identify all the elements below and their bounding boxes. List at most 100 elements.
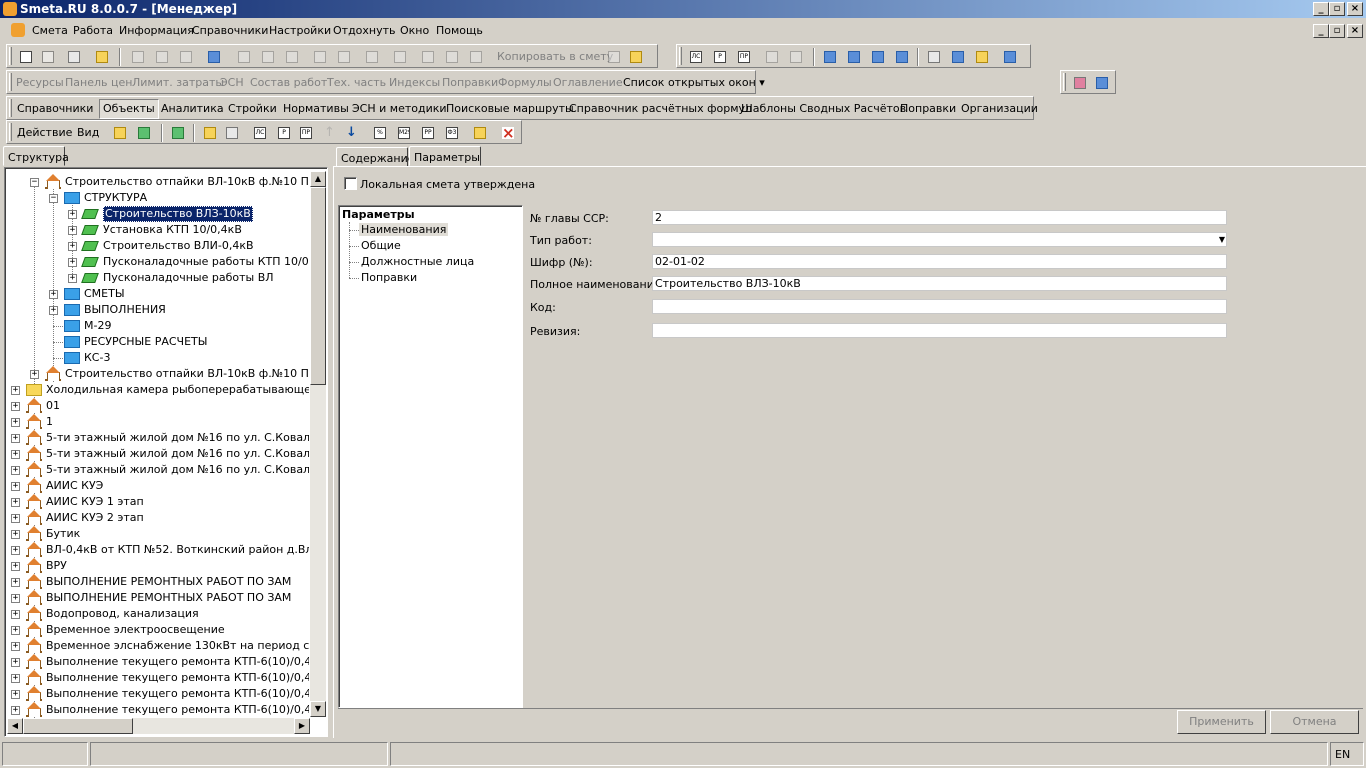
expand-icon[interactable]: +	[11, 434, 20, 443]
tree-row[interactable]: + ВЫПОЛНЕНИЕ РЕМОНТНЫХ РАБОТ ПО ЗАМ	[7, 590, 309, 606]
expand-icon[interactable]: +	[11, 642, 20, 651]
tree-row[interactable]: + ВЫПОЛНЕНИЯ	[7, 302, 309, 318]
tab-content[interactable]: Содержание	[336, 147, 415, 167]
struct2-icon[interactable]	[259, 48, 277, 66]
tab-params[interactable]: Параметры	[409, 146, 481, 166]
refs-corrections[interactable]: Поправки	[442, 76, 498, 89]
section-officials[interactable]: Должностные лица	[361, 255, 474, 268]
nav-search-routes[interactable]: Поисковые маршруты	[446, 102, 574, 115]
work-type-select[interactable]: ▼	[652, 232, 1227, 247]
expand-icon[interactable]: +	[68, 226, 77, 235]
expand-icon[interactable]: +	[11, 562, 20, 571]
ls-icon[interactable]: ЛС	[687, 48, 705, 66]
revision-field[interactable]	[652, 323, 1227, 338]
section-corrections[interactable]: Поправки	[361, 271, 417, 284]
tree-row[interactable]: + Пусконаладочные работы КТП 10/0,	[7, 254, 309, 270]
books-blue-icon[interactable]	[1093, 74, 1111, 92]
indent-icon[interactable]	[821, 48, 839, 66]
expand-icon[interactable]: +	[11, 386, 20, 395]
refs-price-panel[interactable]: Панель цен	[65, 76, 132, 89]
helmet-icon[interactable]	[973, 48, 991, 66]
tree-row[interactable]: +5-ти этажный жилой дом №16 по ул. С.Ков…	[7, 430, 309, 446]
expand-icon[interactable]: +	[68, 242, 77, 251]
new-object-icon[interactable]	[17, 48, 35, 66]
tree-row[interactable]: + ВЫПОЛНЕНИЕ РЕМОНТНЫХ РАБОТ ПО ЗАМ	[7, 574, 309, 590]
expand-icon[interactable]: +	[68, 258, 77, 267]
expand-icon[interactable]: +	[11, 498, 20, 507]
menu-help[interactable]: Помощь	[436, 24, 483, 37]
tools-icon[interactable]	[925, 48, 943, 66]
expand-icon[interactable]: +	[11, 546, 20, 555]
tree-row[interactable]: − Строительство отпайки ВЛ-10кВ ф.№10 ПС	[7, 174, 309, 190]
tree-row[interactable]: +01	[7, 398, 309, 414]
expand-icon[interactable]: +	[11, 674, 20, 683]
collapse-icon[interactable]: −	[49, 194, 58, 203]
tree-row[interactable]: + Временное электроосвещение	[7, 622, 309, 638]
move-down-icon[interactable]: ↓	[343, 124, 361, 142]
menu-rabota[interactable]: Работа	[73, 24, 113, 37]
maximize-button[interactable]: ▫	[1329, 2, 1345, 16]
expand-icon[interactable]: +	[11, 418, 20, 427]
new-folder-icon[interactable]	[471, 124, 489, 142]
nav-normatives[interactable]: Нормативы	[283, 102, 349, 115]
child-restore-button[interactable]: ▫	[1329, 24, 1345, 38]
tree-row[interactable]: + Выполнение текущего ремонта КТП-6(10)/0…	[7, 686, 309, 702]
menu-smeta[interactable]: Смета	[32, 24, 68, 37]
new-m29-icon[interactable]: М29	[395, 124, 413, 142]
refs-esn[interactable]: ЭСН	[220, 76, 244, 89]
refs-formulas[interactable]: Формулы	[498, 76, 552, 89]
new-ls-icon[interactable]: ЛС	[251, 124, 269, 142]
tree-row[interactable]: + Выполнение текущего ремонта КТП-6(10)/0…	[7, 670, 309, 686]
refs-limit[interactable]: Лимит. затраты	[132, 76, 224, 89]
edit-icon[interactable]	[363, 48, 381, 66]
document-icon[interactable]	[11, 23, 25, 37]
tree-row[interactable]: + Бутик	[7, 526, 309, 542]
tree-row[interactable]: + Установка КТП 10/0,4кВ	[7, 222, 309, 238]
expand-icon[interactable]: +	[11, 402, 20, 411]
view-menu[interactable]: Вид	[77, 126, 99, 139]
chapter-field[interactable]: 2	[652, 210, 1227, 225]
nav-references[interactable]: Справочники	[17, 102, 93, 115]
approved-checkbox[interactable]	[344, 177, 357, 190]
delete-red-icon[interactable]: ×	[499, 124, 517, 142]
tree-row[interactable]: + ВРУ	[7, 558, 309, 574]
expand-icon[interactable]: +	[11, 482, 20, 491]
new-construction-icon[interactable]	[201, 124, 219, 142]
expand-icon[interactable]: +	[11, 530, 20, 539]
tree-row[interactable]: + Выполнение текущего ремонта КТП-6(10)/0…	[7, 654, 309, 670]
cancel-button[interactable]: Отмена	[1270, 710, 1359, 734]
struct3-icon[interactable]	[283, 48, 301, 66]
folder-collapse-icon[interactable]	[135, 124, 153, 142]
move-up-icon[interactable]: ↑	[321, 124, 339, 142]
refs-resources[interactable]: Ресурсы	[16, 76, 64, 89]
new-sub-icon[interactable]	[39, 48, 57, 66]
print-icon[interactable]	[335, 48, 353, 66]
new-pr-icon[interactable]: ПР	[297, 124, 315, 142]
search-icon[interactable]	[93, 48, 111, 66]
list2-icon[interactable]	[893, 48, 911, 66]
menu-settings[interactable]: Настройки	[269, 24, 331, 37]
tree2-icon[interactable]	[443, 48, 461, 66]
scroll-thumb[interactable]	[310, 187, 326, 385]
expand-icon[interactable]: +	[68, 274, 77, 283]
tree-row[interactable]: + Выполнение текущего ремонта КТП-6(10)/0…	[7, 702, 309, 718]
refresh-icon[interactable]	[153, 48, 171, 66]
expand-icon[interactable]: +	[68, 210, 77, 219]
tree-row[interactable]: + Строительство ВЛЗ-10кВ	[7, 206, 309, 222]
tree-row[interactable]: + Холодильная камера рыбоперерабатывающег…	[7, 382, 309, 398]
undo-icon[interactable]	[177, 48, 195, 66]
refs-contents[interactable]: Оглавление	[553, 76, 623, 89]
section-general[interactable]: Общие	[361, 239, 401, 252]
new-object-tree-icon[interactable]	[223, 124, 241, 142]
nav-objects[interactable]: Объекты	[103, 102, 155, 115]
child-close-button[interactable]: ×	[1347, 24, 1363, 38]
chevron-down-icon[interactable]: ▼	[1219, 233, 1225, 246]
expand-icon[interactable]: +	[11, 450, 20, 459]
car-icon[interactable]	[311, 48, 329, 66]
new-r-icon[interactable]: Р	[275, 124, 293, 142]
expand-icon[interactable]: +	[11, 466, 20, 475]
tree-row[interactable]: + ВЛ-0,4кВ от КТП №52. Воткинский район д…	[7, 542, 309, 558]
outdent-icon[interactable]	[845, 48, 863, 66]
tree-row[interactable]: КС-3	[7, 350, 309, 366]
open-windows-dropdown[interactable]: Список открытых окон ▾	[623, 76, 765, 89]
